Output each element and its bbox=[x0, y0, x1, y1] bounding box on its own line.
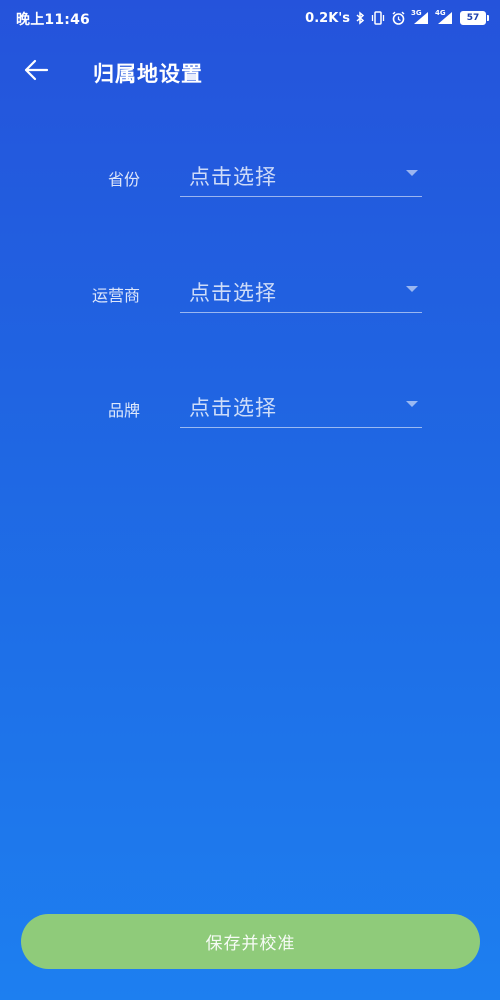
signal-1-label: 3G bbox=[411, 9, 422, 17]
caret-down-icon bbox=[406, 170, 418, 176]
page-title: 归属地设置 bbox=[93, 62, 203, 86]
alarm-icon bbox=[391, 11, 406, 26]
carrier-row: 运营商 点击选择 bbox=[0, 268, 500, 318]
carrier-select-value: 点击选择 bbox=[189, 281, 277, 305]
back-button[interactable] bbox=[20, 56, 52, 88]
signal-icon: 3G bbox=[411, 9, 430, 25]
save-calibrate-button[interactable]: 保存并校准 bbox=[21, 914, 480, 969]
screen: 晚上11:46 0.2K's 3G 4G 57 归属地设置 省份 点击选择 运营… bbox=[0, 0, 500, 1000]
brand-select-value: 点击选择 bbox=[189, 396, 277, 420]
carrier-label: 运营商 bbox=[91, 286, 140, 305]
caret-down-icon bbox=[406, 401, 418, 407]
carrier-select[interactable]: 点击选择 bbox=[180, 268, 422, 313]
province-row: 省份 点击选择 bbox=[0, 152, 500, 202]
brand-row: 品牌 点击选择 bbox=[0, 383, 500, 433]
brand-label: 品牌 bbox=[107, 401, 140, 420]
signal-2-label: 4G bbox=[435, 9, 446, 17]
status-icons: 0.2K's 3G 4G 57 bbox=[305, 8, 489, 28]
province-label: 省份 bbox=[107, 170, 140, 189]
brand-select[interactable]: 点击选择 bbox=[180, 383, 422, 428]
arrow-left-icon bbox=[23, 59, 49, 85]
status-bar: 晚上11:46 0.2K's 3G 4G 57 bbox=[0, 0, 500, 36]
status-time: 晚上11:46 bbox=[16, 12, 90, 28]
battery-icon: 57 bbox=[460, 11, 489, 25]
signal-icon: 4G bbox=[435, 9, 454, 25]
bluetooth-icon bbox=[356, 11, 365, 25]
province-select[interactable]: 点击选择 bbox=[180, 152, 422, 197]
network-speed: 0.2K's bbox=[305, 10, 350, 26]
vibrate-icon bbox=[371, 11, 385, 25]
caret-down-icon bbox=[406, 286, 418, 292]
province-select-value: 点击选择 bbox=[189, 165, 277, 189]
